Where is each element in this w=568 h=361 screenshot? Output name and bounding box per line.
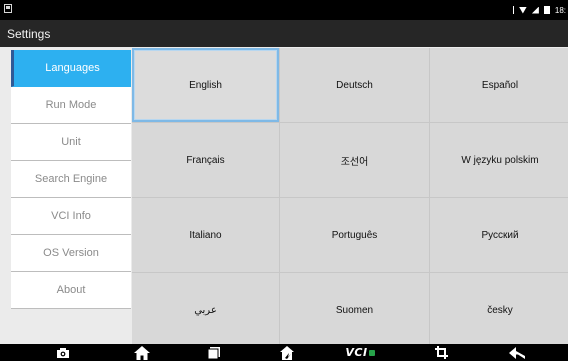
sidebar-item-label: Run Mode: [45, 98, 97, 111]
notification-image-icon: [4, 4, 12, 13]
home-button[interactable]: [130, 344, 154, 361]
sidebar-item-label: About: [56, 283, 86, 296]
sidebar-item-os-version[interactable]: OS Version: [11, 235, 131, 272]
language-option-espanol[interactable]: Español: [430, 48, 568, 122]
language-option-francais[interactable]: Français: [132, 123, 279, 197]
page-title: Settings: [7, 27, 51, 41]
language-option-portugues[interactable]: Português: [280, 198, 429, 272]
sidebar-item-label: Unit: [61, 135, 81, 148]
camera-button[interactable]: [52, 344, 74, 361]
status-icons: 18:: [510, 2, 566, 18]
sidebar-item-about[interactable]: About: [11, 272, 131, 309]
vci-button[interactable]: VCI: [342, 344, 378, 361]
language-grid: English Deutsch Español Français 조선어 W j…: [132, 48, 568, 347]
camera-icon: [57, 347, 69, 358]
sidebar-item-languages[interactable]: Languages: [11, 50, 131, 87]
title-bar: Settings: [0, 20, 568, 47]
language-option-arabic[interactable]: عربي: [132, 273, 279, 347]
screenshot-button[interactable]: [430, 344, 452, 361]
bottom-nav-bar: VCI: [0, 344, 568, 361]
language-option-deutsch[interactable]: Deutsch: [280, 48, 429, 122]
language-option-suomen[interactable]: Suomen: [280, 273, 429, 347]
status-bar: 18:: [0, 0, 568, 20]
battery-icon: [543, 6, 550, 14]
status-time: 18:: [554, 5, 566, 15]
sidebar-item-label: Search Engine: [34, 172, 108, 185]
language-option-english[interactable]: English: [132, 48, 279, 122]
language-option-italiano[interactable]: Italiano: [132, 198, 279, 272]
vci-icon: VCI: [345, 346, 375, 359]
diagnose-icon: [280, 345, 294, 360]
signal-icon: [531, 6, 539, 14]
language-option-russian[interactable]: Русский: [430, 198, 568, 272]
sidebar-item-unit[interactable]: Unit: [11, 124, 131, 161]
language-option-polish[interactable]: W języku polskim: [430, 123, 568, 197]
recent-apps-button[interactable]: [203, 344, 225, 361]
sidebar-item-vci-info[interactable]: VCI Info: [11, 198, 131, 235]
back-button[interactable]: [505, 344, 529, 361]
screenshot-crop-icon: [434, 346, 448, 359]
home-icon: [134, 345, 150, 360]
sidebar-item-label: Languages: [45, 61, 100, 74]
sidebar-item-label: OS Version: [43, 246, 99, 259]
language-option-czech[interactable]: česky: [430, 273, 568, 347]
window-icon: [208, 346, 220, 359]
vci-label: VCI: [345, 346, 368, 359]
bluetooth-icon: [510, 6, 514, 14]
diagnose-button[interactable]: [275, 344, 299, 361]
language-option-korean[interactable]: 조선어: [280, 123, 429, 197]
sidebar-item-search-engine[interactable]: Search Engine: [11, 161, 131, 198]
vci-status-icon: [368, 349, 375, 356]
sidebar-item-run-mode[interactable]: Run Mode: [11, 87, 131, 124]
wifi-icon: [518, 6, 527, 14]
sidebar-item-label: VCI Info: [51, 209, 91, 222]
back-icon: [509, 346, 525, 359]
settings-sidebar: Languages Run Mode Unit Search Engine VC…: [11, 50, 131, 309]
